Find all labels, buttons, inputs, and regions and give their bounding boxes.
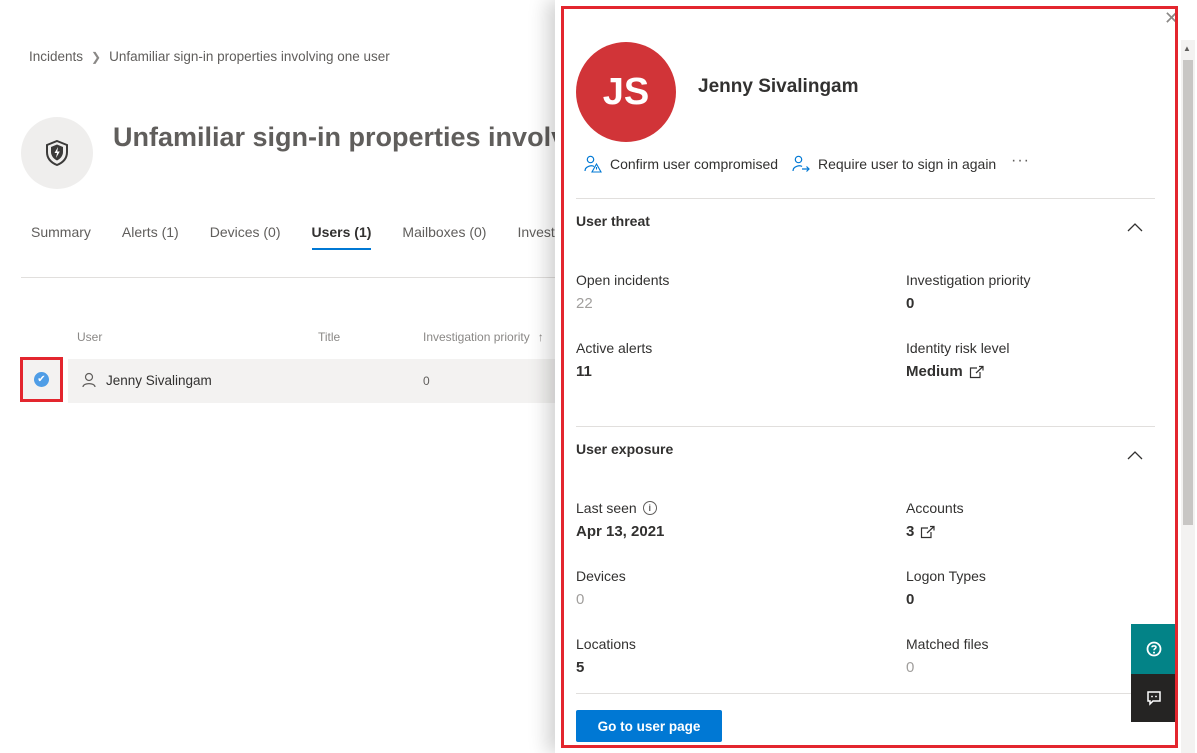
checkmark-icon: ✔ [34, 372, 49, 387]
tab-users[interactable]: Users (1) [311, 224, 372, 250]
breadcrumb-current: Unfamiliar sign-in properties involving … [109, 49, 390, 64]
column-header-title[interactable]: Title [318, 330, 340, 344]
chevron-right-icon: ❯ [91, 49, 102, 64]
row-user-name: Jenny Sivalingam [106, 372, 212, 388]
breadcrumb: Incidents ❯ Unfamiliar sign-in propertie… [29, 49, 390, 64]
incident-tabs: Summary Alerts (1) Devices (0) Users (1)… [31, 224, 634, 250]
tab-alerts[interactable]: Alerts (1) [122, 224, 179, 250]
scroll-up-arrow-icon[interactable]: ▲ [1183, 44, 1191, 53]
row-user-cell: Jenny Sivalingam [82, 372, 212, 388]
tabs-divider [21, 277, 561, 278]
tab-mailboxes[interactable]: Mailboxes (0) [402, 224, 486, 250]
column-header-user[interactable]: User [77, 330, 102, 344]
person-icon [82, 372, 96, 388]
row-select-checkbox[interactable]: ✔ [20, 357, 63, 402]
scrollbar-thumb[interactable] [1183, 60, 1193, 525]
breadcrumb-incidents-link[interactable]: Incidents [29, 49, 83, 64]
tab-devices[interactable]: Devices (0) [210, 224, 281, 250]
column-header-priority[interactable]: Investigation priority ↑ [423, 330, 544, 344]
sort-ascending-icon: ↑ [537, 330, 544, 344]
column-header-priority-label: Investigation priority [423, 330, 530, 344]
highlight-frame [561, 6, 1178, 748]
incident-shield-icon [21, 117, 93, 189]
tab-summary[interactable]: Summary [31, 224, 91, 250]
row-priority-value: 0 [423, 374, 430, 388]
